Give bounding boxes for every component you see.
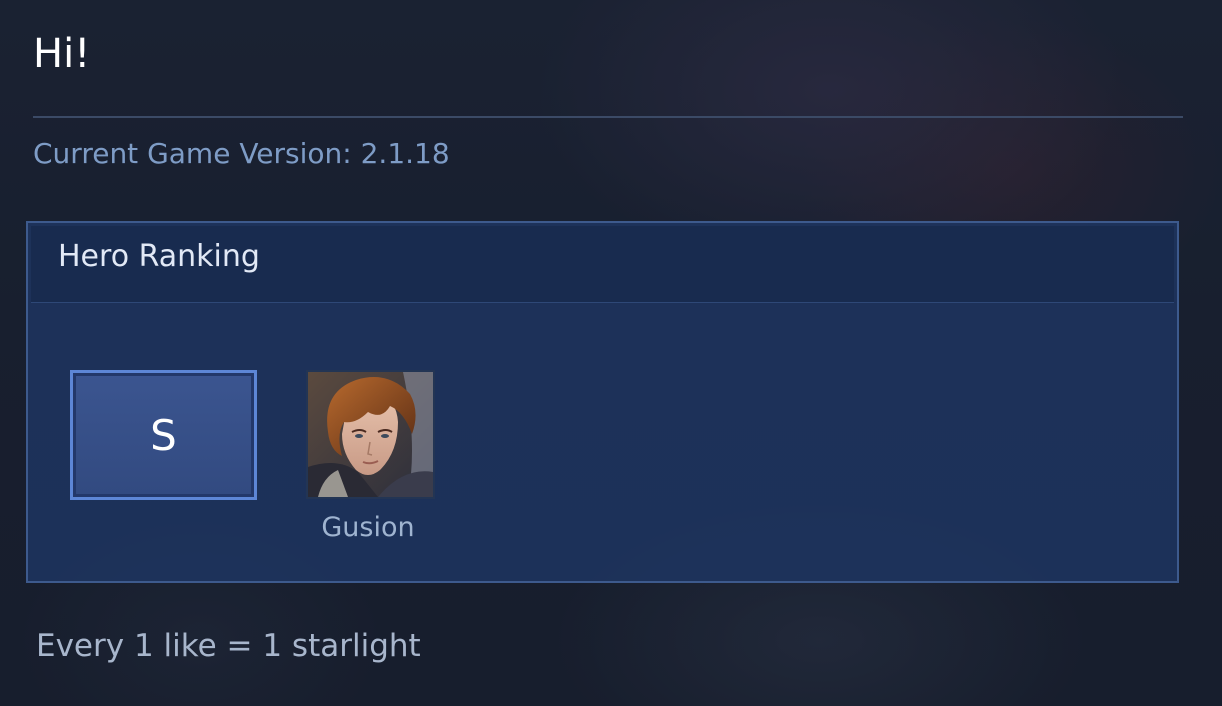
starlight-info-text: Every 1 like = 1 starlight (36, 628, 421, 664)
hero-portrait-gusion[interactable] (306, 370, 435, 499)
greeting-title: Hi! (33, 31, 91, 77)
header-divider (33, 116, 1183, 118)
tier-s-badge[interactable]: S (70, 370, 257, 500)
hero-name-label: Gusion (321, 512, 415, 543)
panel-title: Hero Ranking (58, 239, 260, 274)
game-version-label: Current Game Version: 2.1.18 (33, 137, 450, 170)
gusion-portrait-icon (308, 372, 433, 497)
tier-label: S (150, 410, 177, 460)
panel-header: Hero Ranking (31, 226, 1174, 303)
